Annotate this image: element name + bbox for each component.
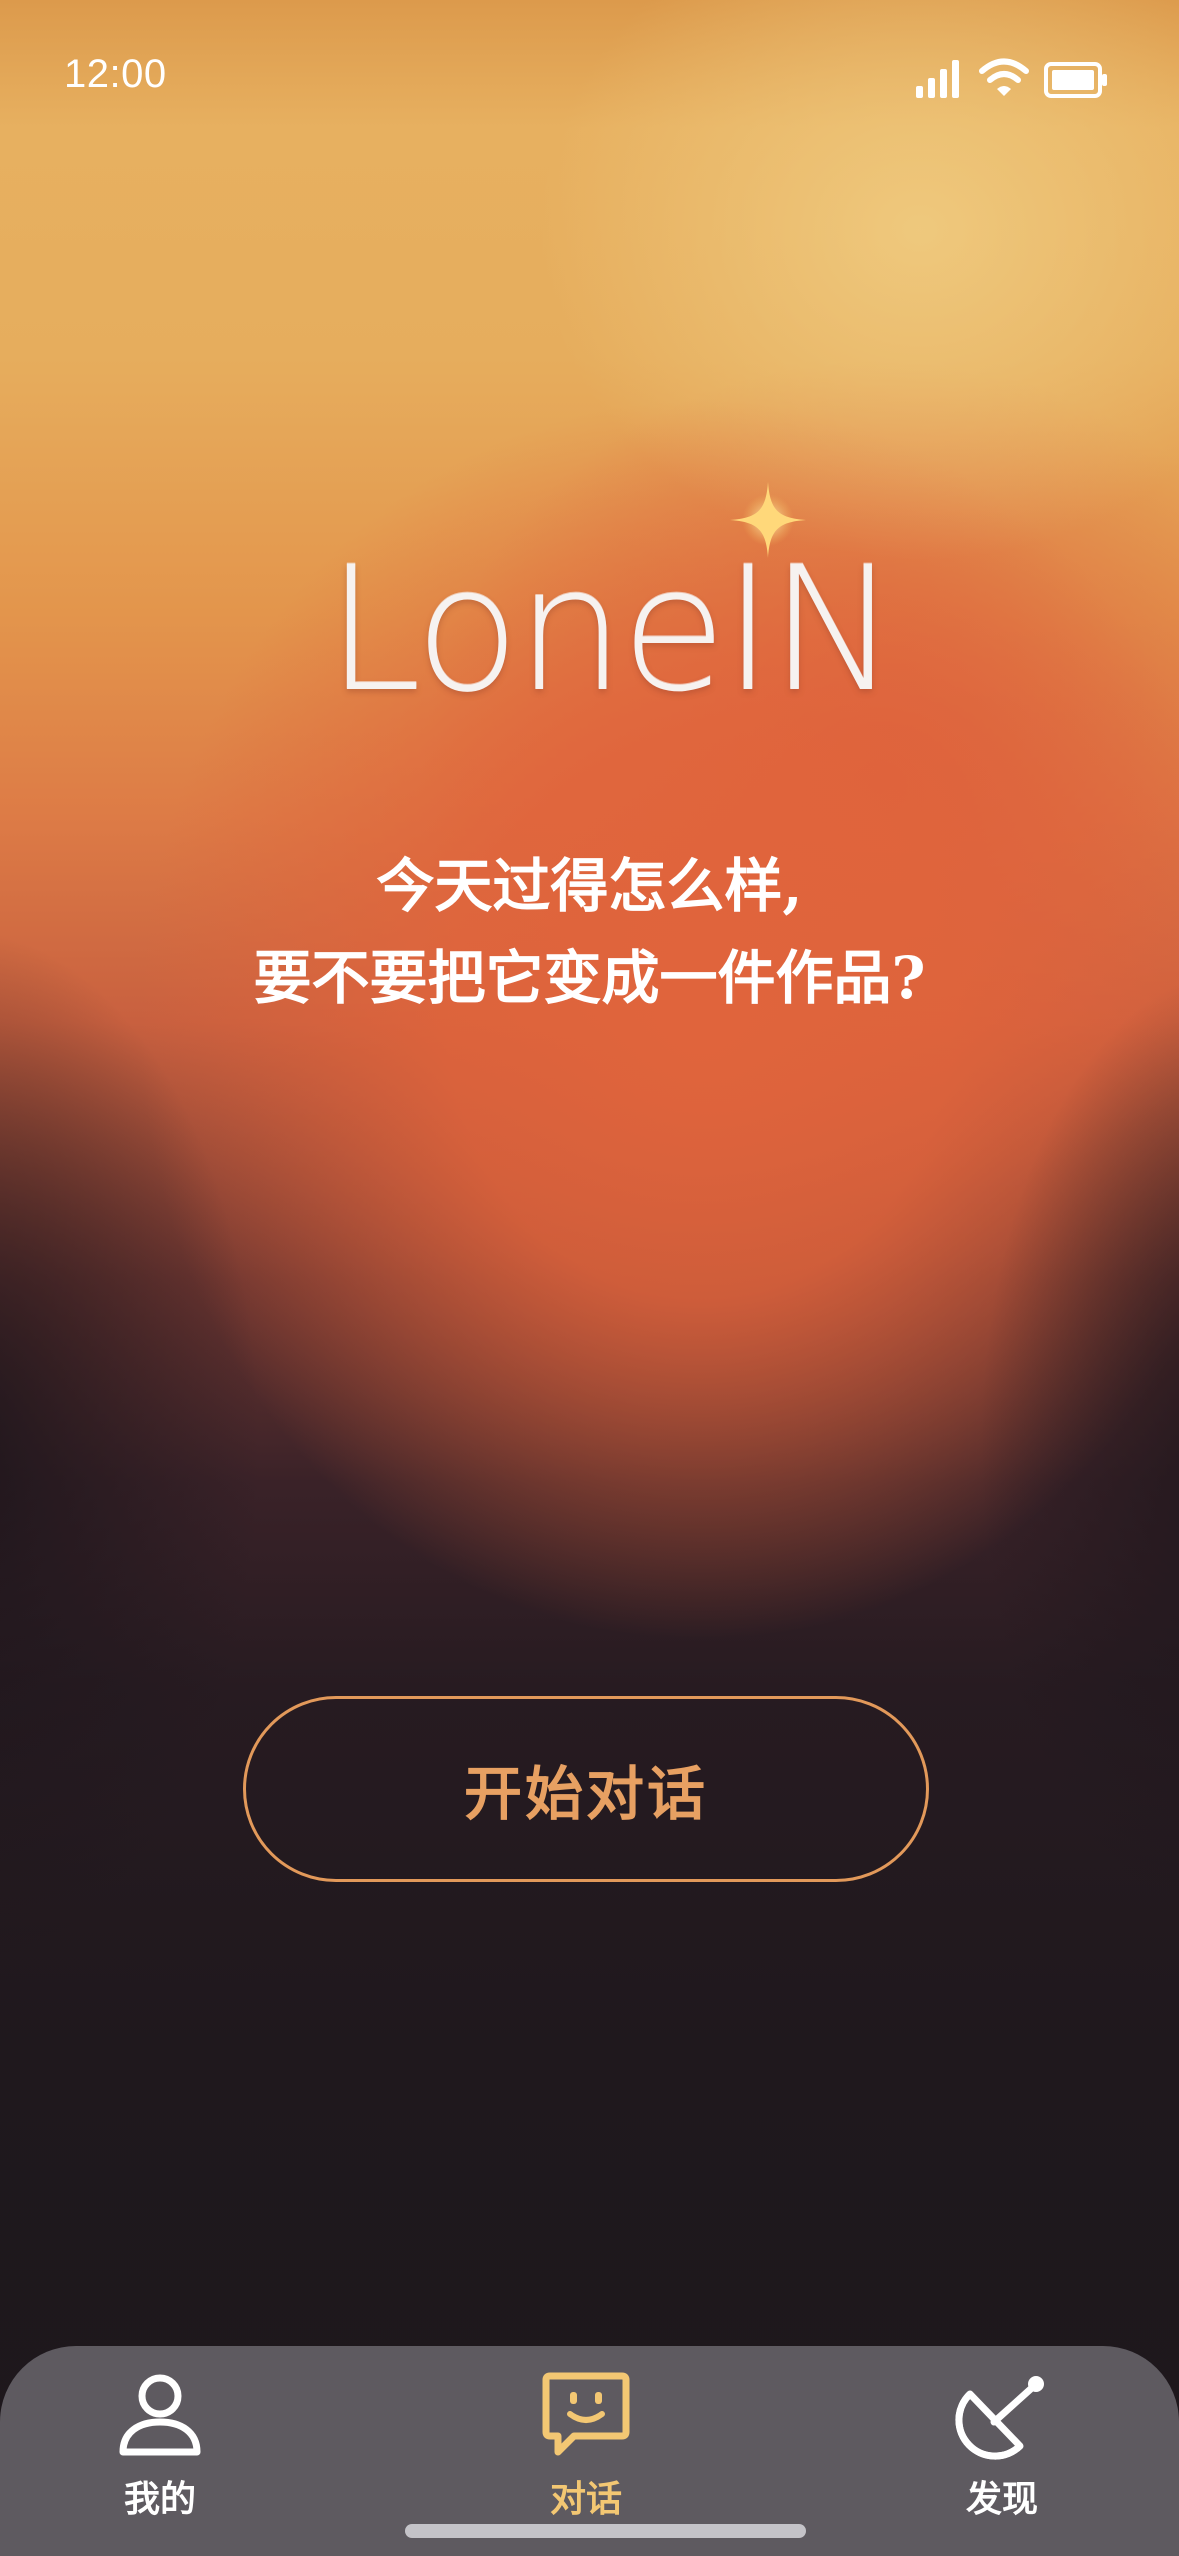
tab-discover-label: 发现 [965, 2479, 1038, 2520]
signal-icon [916, 60, 959, 98]
start-conversation-button[interactable]: 开始对话 [243, 1696, 929, 1882]
tab-chat[interactable]: 对话 [476, 2346, 696, 2546]
headline-line-2: 要不要把它变成一件作品? [253, 944, 926, 1012]
headline: 今天过得怎么样, 要不要把它变成一件作品? [0, 840, 1179, 1024]
status-bar: 12:00 [0, 0, 1179, 160]
tab-discover[interactable]: 发现 [892, 2346, 1112, 2546]
status-icons [916, 58, 1131, 102]
tab-me[interactable]: 我的 [50, 2346, 270, 2546]
status-time: 12:00 [64, 52, 167, 96]
headline-line-1: 今天过得怎么样, [376, 852, 803, 920]
tab-chat-label: 对话 [549, 2479, 622, 2520]
background-vignette [0, 0, 1179, 2556]
battery-icon [1044, 62, 1107, 98]
home-indicator [405, 2524, 806, 2538]
chat-smile-icon [542, 2372, 630, 2456]
start-conversation-label: 开始对话 [463, 1760, 708, 1828]
person-icon [119, 2374, 201, 2456]
wifi-icon [979, 58, 1029, 96]
app-screen: 12:00 LoneIN 今天过得怎么样, 要不要把它变成一件作品? 开始对话 … [0, 0, 1179, 2556]
tab-me-label: 我的 [123, 2479, 196, 2520]
app-logo: LoneIN [290, 480, 930, 720]
logo-wordmark: LoneIN [325, 529, 898, 730]
satellite-dish-icon [955, 2376, 1044, 2460]
